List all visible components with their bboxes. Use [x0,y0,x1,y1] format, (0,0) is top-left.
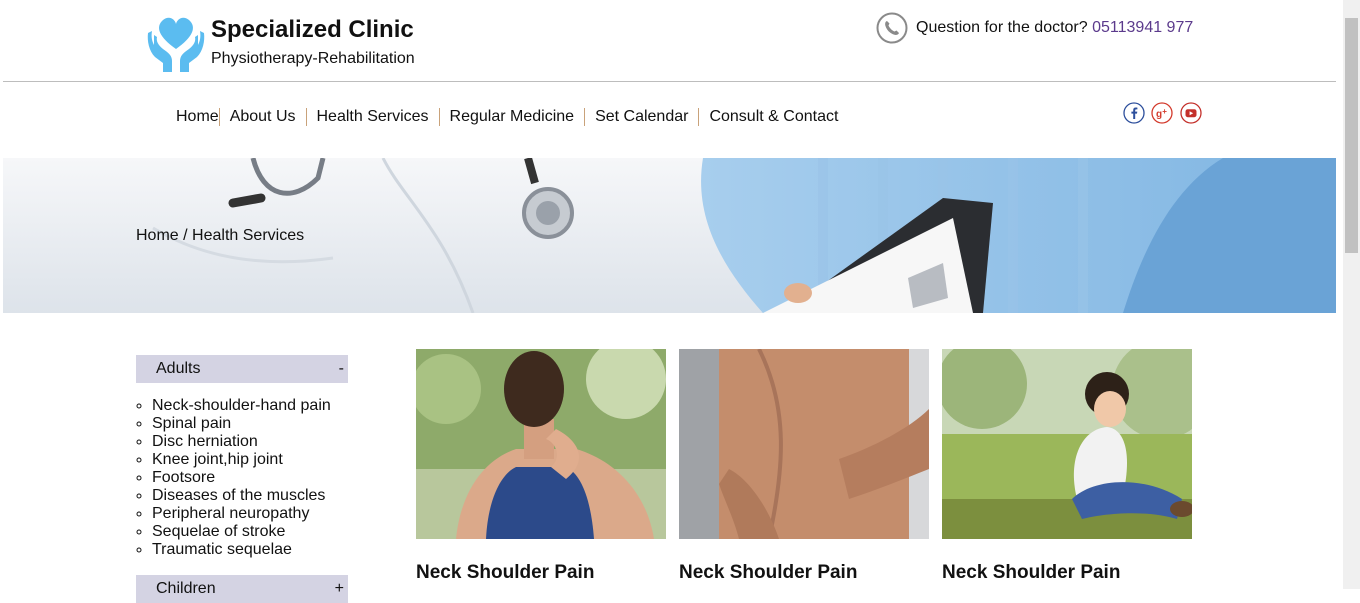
card-image-3[interactable] [942,349,1192,539]
list-item[interactable]: Peripheral neuropathy [152,505,331,523]
breadcrumb-separator: / [183,227,188,244]
child-in-grass-photo [942,349,1192,539]
nav-item-home[interactable]: Home [176,108,219,126]
nav-item-set-calendar[interactable]: Set Calendar [584,108,698,126]
google-plus-icon[interactable]: g + [1151,102,1173,124]
card-title-2[interactable]: Neck Shoulder Pain [679,562,857,584]
list-item[interactable]: Footsore [152,469,331,487]
list-item[interactable]: Spinal pain [152,415,331,433]
phone-number-link[interactable]: 05113941 977 [1092,19,1193,36]
list-item[interactable]: Knee joint,hip joint [152,451,331,469]
svg-text:g: g [1156,109,1162,120]
nav-item-about-us[interactable]: About Us [218,108,306,126]
site-subtitle: Physiotherapy-Rehabilitation [211,50,415,67]
facebook-icon[interactable] [1123,102,1145,124]
list-item[interactable]: Disc herniation [152,433,331,451]
breadcrumb: Home / Health Services [136,227,304,245]
category-header-adults[interactable]: Adults - [136,355,348,383]
expand-toggle[interactable]: + [335,580,344,598]
clinic-logo-icon[interactable] [145,11,207,73]
adults-category-list: Neck-shoulder-hand pain Spinal pain Disc… [136,397,331,559]
header-divider [3,81,1336,82]
card-title-3[interactable]: Neck Shoulder Pain [942,562,1120,584]
question-label: Question for the doctor? [916,19,1088,36]
card-image-2[interactable] [679,349,929,539]
site-title[interactable]: Specialized Clinic [211,16,414,44]
breadcrumb-current: Health Services [192,227,305,244]
phone-icon [876,12,908,44]
list-item[interactable]: Traumatic sequelae [152,541,331,559]
nav-item-regular-medicine[interactable]: Regular Medicine [438,108,585,126]
category-header-children[interactable]: Children + [136,575,348,603]
svg-text:+: + [1162,107,1167,116]
main-nav: Home About Us Health Services Regular Me… [176,106,848,128]
doctor-question: Question for the doctor? 05113941 977 [916,19,1193,37]
nav-item-health-services[interactable]: Health Services [305,108,439,126]
collapse-toggle[interactable]: - [339,360,344,378]
youtube-icon[interactable] [1180,102,1202,124]
category-label: Adults [156,360,201,377]
list-item[interactable]: Neck-shoulder-hand pain [152,397,331,415]
card-image-1[interactable] [416,349,666,539]
category-label: Children [156,580,216,597]
woman-neck-pain-photo [416,349,666,539]
list-item[interactable]: Sequelae of stroke [152,523,331,541]
man-back-pain-photo [679,349,929,539]
scrollbar-thumb[interactable] [1345,18,1358,253]
breadcrumb-home-link[interactable]: Home [136,227,179,244]
card-title-1[interactable]: Neck Shoulder Pain [416,562,594,584]
list-item[interactable]: Diseases of the muscles [152,487,331,505]
nav-item-consult-contact[interactable]: Consult & Contact [698,108,848,126]
